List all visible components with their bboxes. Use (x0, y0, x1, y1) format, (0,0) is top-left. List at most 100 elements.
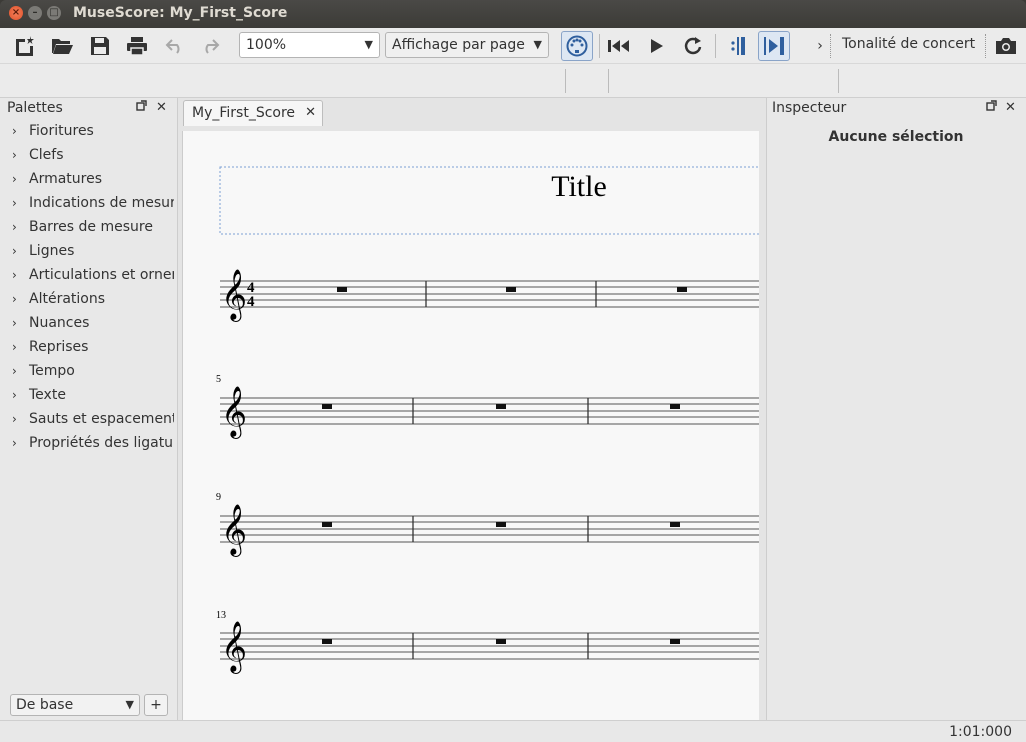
title-frame (219, 166, 759, 235)
palette-item-time-signatures[interactable]: › Indications de mesure (12, 195, 174, 211)
palette-item-text[interactable]: › Texte (12, 387, 174, 403)
whole-rest (670, 404, 680, 409)
loop-icon[interactable] (679, 32, 707, 60)
tab-my-first-score[interactable]: My_First_Score ✕ (183, 100, 323, 126)
whole-rest (670, 522, 680, 527)
palette-item-ornaments[interactable]: › Fioritures (12, 123, 174, 139)
pan-score-icon[interactable] (758, 31, 790, 61)
toolbar-separator (985, 34, 986, 58)
close-icon[interactable]: ✕ (305, 101, 316, 125)
palettes-title: Palettes (7, 100, 63, 116)
palette-item-dynamics[interactable]: › Nuances (12, 315, 174, 331)
loop-in-icon[interactable] (722, 31, 754, 61)
palette-item-tempo[interactable]: › Tempo (12, 363, 174, 379)
chevron-right-icon: › (12, 364, 17, 378)
chevron-right-icon: › (12, 244, 17, 258)
note-input-toolbar: ⇕ 𝅘𝅥𝅲 𝅘𝅥𝅱 𝅘𝅥𝅰 𝅘𝅥𝅯 ♪ ♩ 𝅗𝅥 𝅝 𝅜 𝅗𝅥 . .. 𝄽 𝄪… (0, 64, 1026, 157)
palette-item-key-signatures[interactable]: › Armatures (12, 171, 174, 187)
whole-rest (506, 287, 516, 292)
palettes-panel: Palettes ✕ › Fioritures › Clefs › Armatures… (0, 98, 178, 720)
main-toolbar: 100% ▼ Affichage par page ▼ › Tonalité d… (0, 28, 1026, 64)
close-icon[interactable]: ✕ (156, 100, 167, 115)
toolbar-separator (599, 34, 600, 58)
whole-rest (670, 639, 680, 644)
palette-item-lines[interactable]: › Lignes (12, 243, 174, 259)
zoom-select[interactable]: 100% ▼ (239, 32, 380, 58)
camera-icon[interactable] (992, 32, 1020, 60)
toolbar-separator (838, 69, 839, 93)
whole-rest (337, 287, 347, 292)
chevron-right-icon: › (12, 436, 17, 450)
whole-rest (496, 639, 506, 644)
whole-rest (322, 522, 332, 527)
score-page: Title 𝄞 4 4 5 𝄞 9 𝄞 13 𝄞 (216, 166, 759, 674)
close-icon[interactable]: ✕ (1005, 100, 1016, 115)
measure-number: 13 (216, 610, 226, 621)
redo-icon[interactable] (196, 32, 224, 60)
measure-number: 5 (216, 374, 221, 385)
toolbar-separator (830, 34, 831, 58)
measure-number: 9 (216, 492, 221, 503)
treble-clef-icon: 𝄞 (221, 621, 247, 674)
chevron-down-icon: ▼ (533, 38, 542, 51)
chevron-right-icon: › (12, 388, 17, 402)
palette-item-accidentals[interactable]: › Altérations (12, 291, 174, 307)
toolbar-separator (565, 69, 566, 93)
inspector-title: Inspecteur (772, 100, 847, 116)
workspace-value: De base (16, 697, 74, 713)
chevron-right-icon: › (12, 124, 17, 138)
chevron-right-icon: › (12, 412, 17, 426)
palette-item-barlines[interactable]: › Barres de mesure (12, 219, 174, 235)
chevron-right-icon: › (12, 340, 17, 354)
chevron-right-icon: › (12, 220, 17, 234)
window-title: MuseScore: My_First_Score (73, 5, 288, 21)
palette-item-breaks-spacers[interactable]: › Sauts et espacements (12, 411, 174, 427)
palette-item-repeats[interactable]: › Reprises (12, 339, 174, 355)
status-bar: 1:01:000 (0, 720, 1026, 742)
window-minimize-button[interactable]: – (28, 6, 42, 20)
chevron-right-icon: › (12, 172, 17, 186)
chevron-right-icon: › (12, 268, 17, 282)
float-panel-icon[interactable] (986, 100, 997, 115)
play-icon[interactable] (643, 32, 671, 60)
staff-system-4: 13 𝄞 (216, 610, 759, 674)
workspace-select[interactable]: De base ▼ (10, 694, 140, 716)
chevron-right-icon: › (12, 292, 17, 306)
score-canvas[interactable]: Title 𝄞 4 4 5 𝄞 9 𝄞 13 𝄞 (182, 131, 759, 720)
score-view: My_First_Score ✕ Title 𝄞 4 4 5 𝄞 9 𝄞 13 … (178, 98, 766, 720)
window-maximize-button[interactable]: □ (47, 6, 61, 20)
add-workspace-button[interactable]: + (144, 694, 168, 716)
view-mode-value: Affichage par page (392, 37, 525, 53)
palette-item-clefs[interactable]: › Clefs (12, 147, 174, 163)
zoom-value: 100% (246, 37, 287, 53)
toolbar-separator (608, 69, 609, 93)
new-score-icon[interactable] (10, 32, 38, 60)
staff-system-3: 9 𝄞 (216, 492, 759, 557)
float-panel-icon[interactable] (136, 100, 147, 115)
view-mode-select[interactable]: Affichage par page ▼ (385, 32, 549, 58)
print-icon[interactable] (123, 32, 151, 60)
chevron-right-icon: › (12, 148, 17, 162)
staff-system-1: 𝄞 4 4 (220, 269, 759, 322)
save-icon[interactable] (86, 32, 114, 60)
treble-clef-icon: 𝄞 (221, 504, 247, 557)
undo-icon[interactable] (161, 32, 189, 60)
whole-rest (496, 404, 506, 409)
whole-rest (496, 522, 506, 527)
palette-item-articulations[interactable]: ›Articulations et ornements (12, 267, 174, 283)
time-signature-denominator: 4 (247, 294, 255, 310)
toolbar-separator (715, 34, 716, 58)
rewind-icon[interactable] (605, 32, 633, 60)
score-title: Title (551, 170, 607, 203)
whole-rest (322, 639, 332, 644)
tab-label: My_First_Score (192, 105, 296, 121)
chevron-right-icon: › (12, 196, 17, 210)
midi-input-icon[interactable] (561, 31, 593, 61)
palette-item-beam-properties[interactable]: ›Propriétés des ligatures (12, 435, 174, 451)
open-folder-icon[interactable] (48, 32, 76, 60)
whole-rest (322, 404, 332, 409)
window-close-button[interactable]: × (9, 6, 23, 20)
concert-pitch-toggle[interactable]: Tonalité de concert (842, 36, 975, 52)
chevron-down-icon: ▼ (125, 698, 134, 711)
chevron-down-icon: ▼ (364, 38, 373, 51)
